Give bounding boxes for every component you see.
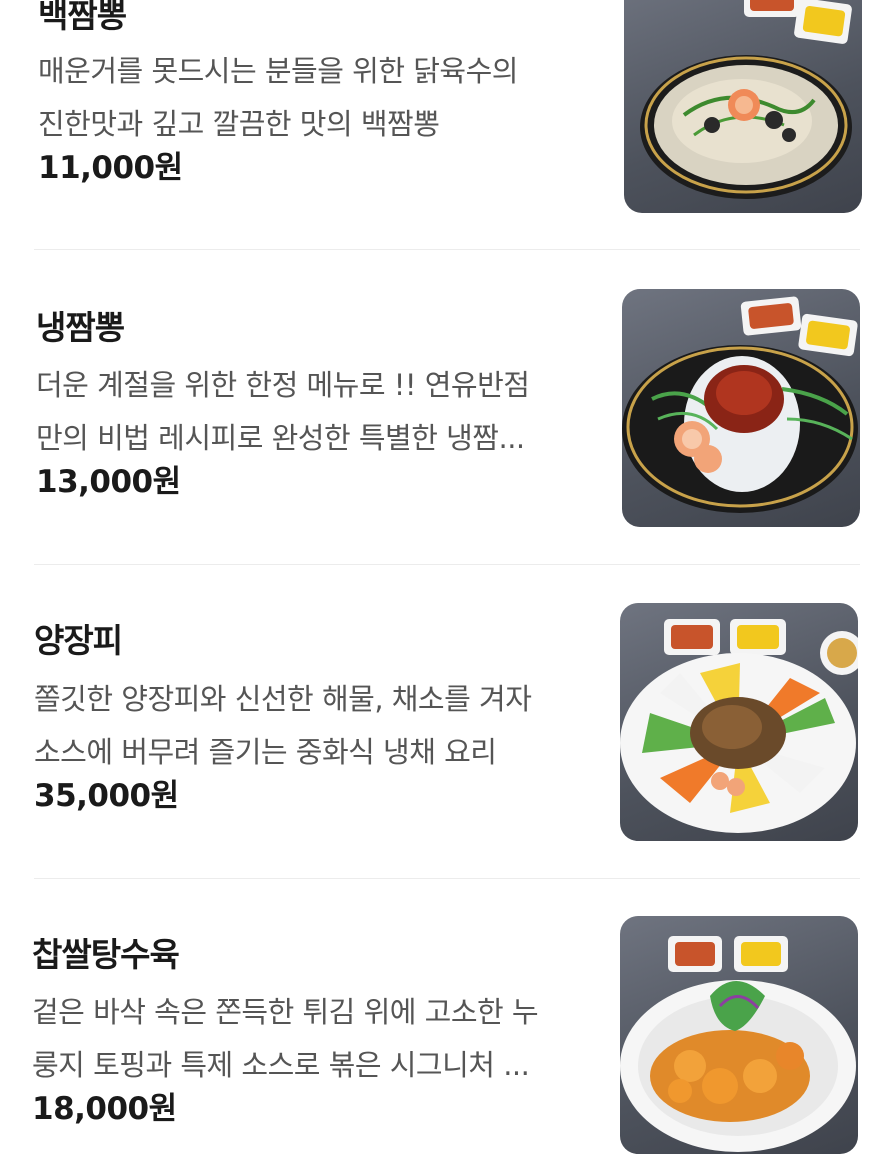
menu-item-chapssal-tangsuyuk[interactable]: 찹쌀탕수육 겉은 바삭 속은 쫀득한 튀김 위에 고소한 누 룽지 토핑과 특제… <box>0 879 894 1154</box>
cold-platter-dish-icon <box>620 619 858 833</box>
menu-item-description: 매운거를 못드시는 분들을 위한 닭육수의 진한맛과 깊고 깔끔한 맛의 백짬뽕 <box>38 45 518 151</box>
menu-item-description-line: 매운거를 못드시는 분들을 위한 닭육수의 <box>38 54 518 88</box>
menu-item-description: 겉은 바삭 속은 쫀득한 튀김 위에 고소한 누 룽지 토핑과 특제 소스로 볶… <box>32 986 539 1092</box>
menu-item-name: 찹쌀탕수육 <box>32 935 180 974</box>
menu-item-photo[interactable] <box>622 289 860 527</box>
menu-list: 백짬뽕 매운거를 못드시는 분들을 위한 닭육수의 진한맛과 깊고 깔끔한 맛의… <box>0 0 894 1154</box>
menu-item-description-line: 더운 계절을 위한 한정 메뉴로 !! 연유반점 <box>36 368 530 402</box>
menu-item-name: 냉짬뽕 <box>36 308 125 347</box>
white-seafood-noodle-soup-icon <box>640 0 852 199</box>
menu-item-description: 더운 계절을 위한 한정 메뉴로 !! 연유반점 만의 비법 레시피로 완성한 … <box>36 359 530 465</box>
menu-item-description: 쫄깃한 양장피와 신선한 해물, 채소를 겨자 소스에 버무려 즐기는 중화식 … <box>34 673 532 779</box>
menu-item-description-line: 겉은 바삭 속은 쫀득한 튀김 위에 고소한 누 <box>32 995 539 1029</box>
menu-item-baek-jjamppong[interactable]: 백짬뽕 매운거를 못드시는 분들을 위한 닭육수의 진한맛과 깊고 깔끔한 맛의… <box>0 0 894 250</box>
sweet-sour-pork-dish-icon <box>620 936 856 1152</box>
menu-item-description-line: 만의 비법 레시피로 완성한 특별한 냉짬... <box>36 421 525 455</box>
menu-item-photo[interactable] <box>624 0 862 213</box>
menu-item-photo[interactable] <box>620 603 858 841</box>
menu-item-name: 백짬뽕 <box>38 0 127 35</box>
menu-item-description-line: 쫄깃한 양장피와 신선한 해물, 채소를 겨자 <box>34 682 532 716</box>
menu-item-description-line: 룽지 토핑과 특제 소스로 볶은 시그니처 ... <box>32 1048 530 1082</box>
menu-item-naeng-jjamppong[interactable]: 냉짬뽕 더운 계절을 위한 한정 메뉴로 !! 연유반점 만의 비법 레시피로 … <box>0 250 894 565</box>
menu-item-description-line: 진한맛과 깊고 깔끔한 맛의 백짬뽕 <box>38 107 440 141</box>
cold-noodle-dish-icon <box>622 296 858 513</box>
menu-item-price: 13,000원 <box>36 464 181 500</box>
menu-item-price: 35,000원 <box>34 778 179 814</box>
menu-item-name: 양장피 <box>34 621 123 660</box>
menu-item-photo[interactable] <box>620 916 858 1154</box>
menu-item-yangjangpi[interactable]: 양장피 쫄깃한 양장피와 신선한 해물, 채소를 겨자 소스에 버무려 즐기는 … <box>0 565 894 880</box>
menu-item-price: 18,000원 <box>32 1091 177 1127</box>
menu-item-description-line: 소스에 버무려 즐기는 중화식 냉채 요리 <box>34 735 497 769</box>
menu-item-price: 11,000원 <box>38 150 183 186</box>
